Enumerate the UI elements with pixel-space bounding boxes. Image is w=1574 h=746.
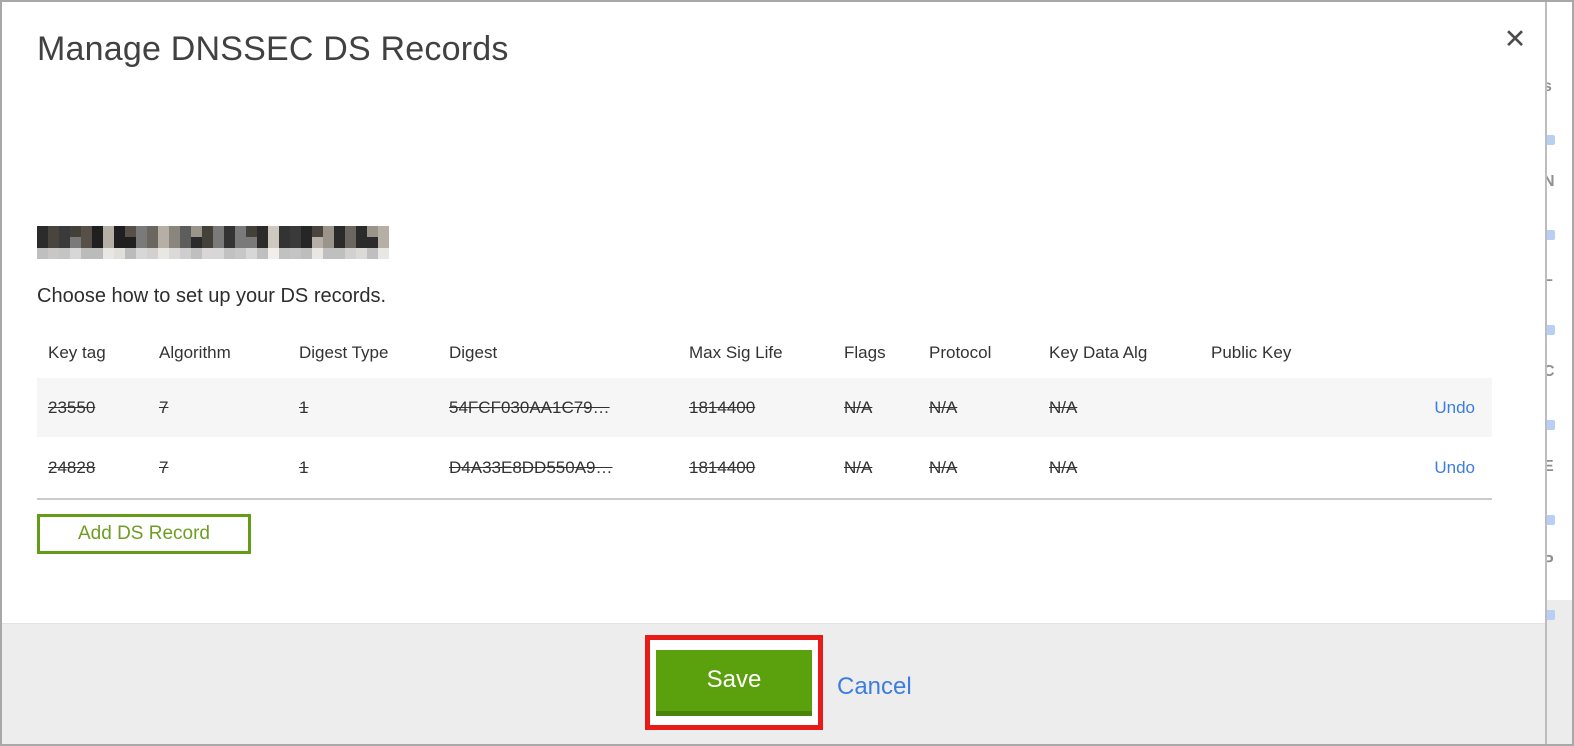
background-text-fragment: N bbox=[1547, 173, 1555, 190]
background-link-fragment bbox=[1547, 135, 1555, 145]
save-highlight-annotation: Save bbox=[645, 635, 823, 730]
undo-link[interactable]: Undo bbox=[1434, 458, 1475, 477]
cell-1: 7 bbox=[159, 457, 169, 477]
table-header-row: Key tag Algorithm Digest Type Digest Max… bbox=[37, 328, 1492, 378]
save-button[interactable]: Save bbox=[656, 649, 812, 716]
background-link-fragment bbox=[1547, 610, 1555, 620]
cell-action: Undo bbox=[1331, 378, 1492, 437]
cell-7: N/A bbox=[1049, 457, 1078, 477]
manage-dnssec-modal: Manage DNSSEC DS Records ✕ Choose how to… bbox=[2, 2, 1545, 744]
cell-3: 54FCF030AA1C79… bbox=[449, 397, 610, 417]
background-link-fragment bbox=[1547, 325, 1555, 335]
redacted-domain-name bbox=[37, 226, 389, 259]
col-header-digest: Digest bbox=[449, 343, 498, 362]
cell-6: N/A bbox=[929, 397, 958, 417]
cell-7: N/A bbox=[1049, 397, 1078, 417]
col-header-key-data-alg: Key Data Alg bbox=[1049, 343, 1148, 362]
undo-link[interactable]: Undo bbox=[1434, 398, 1475, 417]
table-row: 24828 7 1 D4A33E8DD550A9… 1814400 N/A N/A N/A Un… bbox=[37, 437, 1492, 499]
ds-records-tbody: 23550 7 1 54FCF030AA1C79… 1814400 N/A N/A N/A Un… bbox=[37, 378, 1492, 499]
cell-2: 1 bbox=[299, 457, 309, 477]
cancel-link[interactable]: Cancel bbox=[837, 673, 912, 701]
cell-6: N/A bbox=[929, 457, 958, 477]
col-header-algorithm: Algorithm bbox=[159, 343, 231, 362]
col-header-flags: Flags bbox=[844, 343, 886, 362]
background-link-fragment bbox=[1547, 420, 1555, 430]
background-text-fragment: P bbox=[1547, 553, 1554, 570]
background-text-fragment: s bbox=[1547, 78, 1552, 95]
cell-4: 1814400 bbox=[689, 397, 756, 417]
cell-3: D4A33E8DD550A9… bbox=[449, 457, 613, 477]
close-icon[interactable]: ✕ bbox=[1498, 22, 1532, 56]
cell-1: 7 bbox=[159, 397, 169, 417]
dnssec-modal-page: { "modal": { "title": "Manage DNSSEC DS … bbox=[0, 0, 1574, 746]
cell-2: 1 bbox=[299, 397, 309, 417]
col-header-max-sig-life: Max Sig Life bbox=[689, 343, 783, 362]
background-text-fragment: L bbox=[1547, 268, 1553, 285]
background-text-fragment: C bbox=[1547, 363, 1555, 380]
cell-5: N/A bbox=[844, 457, 873, 477]
instruction-text: Choose how to set up your DS records. bbox=[37, 285, 387, 307]
cell-8 bbox=[1211, 378, 1331, 437]
page-title: Manage DNSSEC DS Records bbox=[37, 30, 509, 68]
cell-0: 24828 bbox=[48, 457, 96, 477]
add-ds-record-button[interactable]: Add DS Record bbox=[37, 514, 251, 554]
background-link-fragment bbox=[1547, 515, 1555, 525]
background-page-sliver: s N L C E P bbox=[1547, 2, 1572, 744]
background-page-footer bbox=[1547, 600, 1572, 744]
cell-action: Undo bbox=[1331, 437, 1492, 499]
col-header-key-tag: Key tag bbox=[48, 343, 106, 362]
cell-0: 23550 bbox=[48, 397, 96, 417]
cell-4: 1814400 bbox=[689, 457, 756, 477]
table-row: 23550 7 1 54FCF030AA1C79… 1814400 N/A N/A N/A Un… bbox=[37, 378, 1492, 437]
col-header-protocol: Protocol bbox=[929, 343, 992, 362]
col-header-public-key: Public Key bbox=[1211, 343, 1292, 362]
background-text-fragment: E bbox=[1547, 458, 1554, 475]
col-header-actions bbox=[1331, 328, 1492, 378]
ds-records-table: Key tag Algorithm Digest Type Digest Max… bbox=[37, 328, 1492, 500]
cell-5: N/A bbox=[844, 397, 873, 417]
cell-8 bbox=[1211, 437, 1331, 499]
col-header-digest-type: Digest Type bbox=[299, 343, 389, 362]
background-link-fragment bbox=[1547, 230, 1555, 240]
